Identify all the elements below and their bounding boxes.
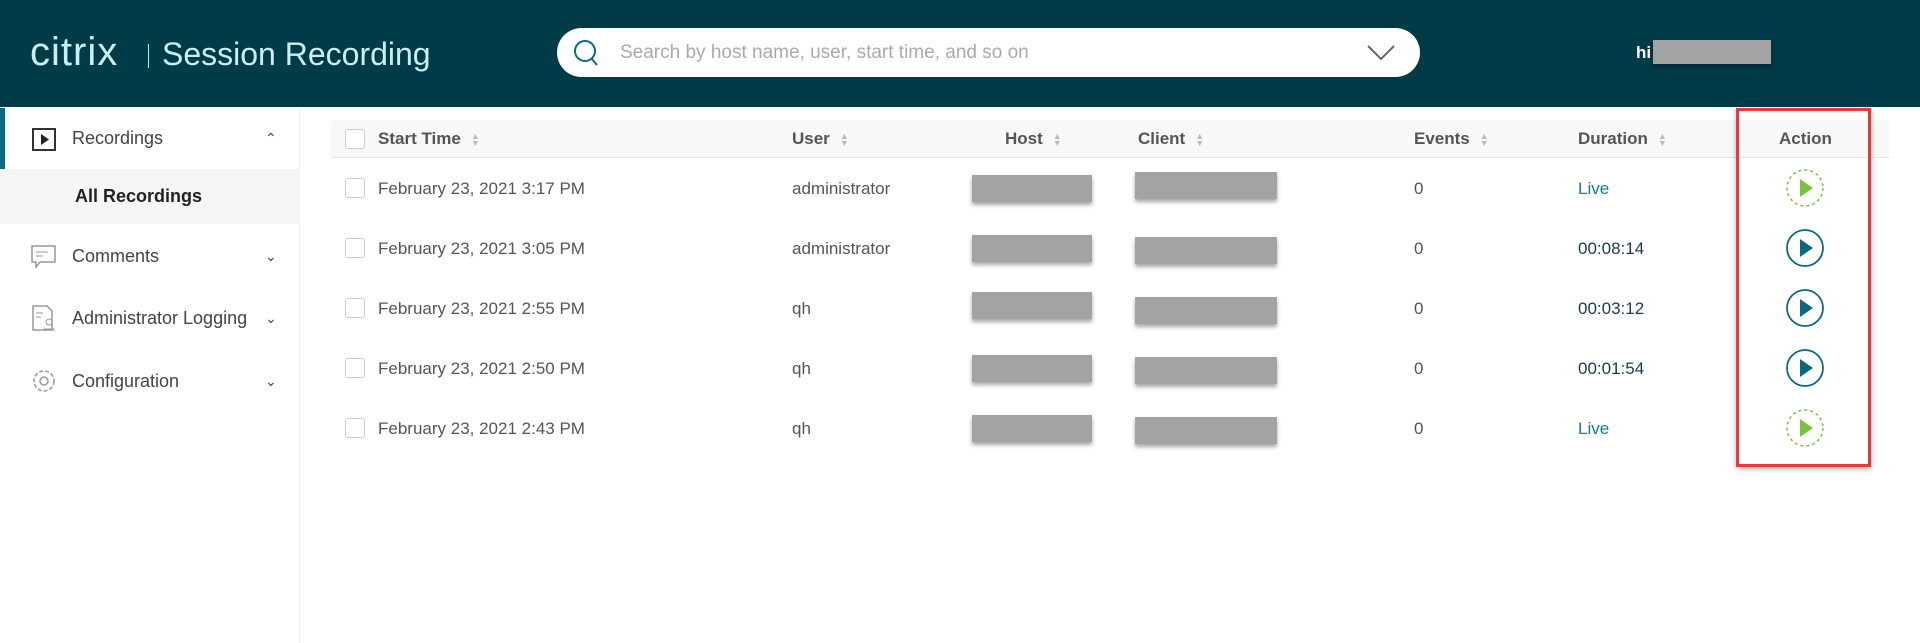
sidebar-item-label: All Recordings [75,186,203,206]
redacted-client [1135,172,1277,199]
table-row[interactable]: February 23, 2021 3:17 PM administrator … [331,158,1889,218]
app-title: Session Recording [162,36,431,72]
redacted-client [1135,297,1277,324]
sidebar-item-label: Configuration [72,370,180,391]
search-icon [574,40,598,66]
row-checkbox[interactable] [345,418,365,438]
duration: Live [1578,419,1610,438]
redacted-client [1135,237,1277,264]
redacted-username [1653,40,1771,64]
start-time: February 23, 2021 2:43 PM [378,419,585,438]
duration: 00:08:14 [1578,239,1645,258]
sidebar-item-administrator-logging[interactable]: Administrator Logging ⌄ [0,288,300,348]
admin-log-icon [32,305,55,331]
user-greeting: hi [1636,43,1652,62]
recordings-table: Start Time ▲ ▼ User ▲ ▼ Host ▲ ▼ Client ▲ ▼ Even… [331,120,1889,458]
search-input[interactable]: Search by host name, user, start time, a… [557,28,1420,77]
table-row[interactable]: February 23, 2021 2:55 PM qh 0 00:03:12 [331,278,1889,338]
events-count: 0 [1414,299,1424,318]
sidebar-item-label: Administrator Logging [72,307,248,328]
row-checkbox[interactable] [345,358,365,378]
column-label: Client [1138,129,1186,148]
column-label: Start Time [378,129,461,148]
events-count: 0 [1414,419,1424,438]
sidebar-item-label: Comments [72,245,160,266]
sort-icon: ▲ ▼ [1479,130,1489,148]
user: administrator [792,179,891,198]
start-time: February 23, 2021 3:17 PM [378,179,585,198]
gear-icon [33,370,55,392]
column-label: User [792,129,830,148]
redacted-host [972,415,1092,442]
column-user[interactable]: User ▲ ▼ [792,129,849,149]
search-placeholder: Search by host name, user, start time, a… [620,42,1029,63]
sidebar-item-all-recordings[interactable]: All Recordings [0,169,300,224]
chevron-down-icon: ⌄ [265,309,277,326]
table-row[interactable]: February 23, 2021 2:50 PM qh 0 00:01:54 [331,338,1889,398]
duration: 00:01:54 [1578,359,1645,378]
chevron-down-icon: ⌄ [265,247,277,264]
column-client[interactable]: Client ▲ ▼ [1138,129,1204,149]
comment-icon [31,245,56,270]
column-label: Host [1005,129,1043,148]
chevron-down-icon: ⌄ [265,372,277,389]
sidebar-item-label: Recordings [72,128,164,148]
events-count: 0 [1414,239,1424,258]
sort-icon: ▲ ▼ [1195,130,1205,148]
action-column-highlight [1736,108,1871,467]
sidebar-item-configuration[interactable]: Configuration ⌄ [0,351,300,411]
column-label: Events [1414,129,1470,148]
logo-divider [148,44,149,68]
column-duration[interactable]: Duration ▲ ▼ [1578,129,1667,149]
citrix-logo: citrix [30,30,119,74]
active-indicator [0,108,5,169]
sort-icon: ▲ ▼ [839,130,849,148]
user: qh [792,359,811,378]
redacted-host [972,175,1092,202]
user: qh [792,419,811,438]
table-row[interactable]: February 23, 2021 3:05 PM administrator … [331,218,1889,278]
events-count: 0 [1414,179,1424,198]
sidebar-item-recordings[interactable]: Recordings ⌃ [0,108,300,169]
start-time: February 23, 2021 3:05 PM [378,239,585,258]
redacted-host [972,355,1092,382]
sort-icon: ▲ ▼ [1052,130,1062,148]
duration: 00:03:12 [1578,299,1645,318]
redacted-client [1135,417,1277,444]
table-row[interactable]: February 23, 2021 2:43 PM qh 0 Live [331,398,1889,458]
events-count: 0 [1414,359,1424,378]
duration: Live [1578,179,1610,198]
sidebar-item-comments[interactable]: Comments ⌄ [0,226,300,286]
column-start-time[interactable]: Start Time ▲ ▼ [378,129,480,149]
chevron-down-icon[interactable] [1366,44,1396,62]
row-checkbox[interactable] [345,238,365,258]
chevron-up-icon: ⌃ [265,130,277,146]
sort-icon: ▲ ▼ [1657,130,1667,148]
top-header: citrix Session Recording Search by host … [0,0,1920,107]
row-checkbox[interactable] [345,178,365,198]
play-box-icon [32,127,56,151]
user: qh [792,299,811,318]
redacted-host [972,235,1092,262]
start-time: February 23, 2021 2:50 PM [378,359,585,378]
column-host[interactable]: Host ▲ ▼ [1005,129,1062,149]
redacted-client [1135,357,1277,384]
column-events[interactable]: Events ▲ ▼ [1414,129,1489,149]
user: administrator [792,239,891,258]
select-all-checkbox[interactable] [345,129,365,149]
start-time: February 23, 2021 2:55 PM [378,299,585,318]
redacted-host [972,292,1092,319]
row-checkbox[interactable] [345,298,365,318]
sidebar: Recordings ⌃ All Recordings Comments ⌄ A… [0,107,300,643]
table-header: Start Time ▲ ▼ User ▲ ▼ Host ▲ ▼ Client ▲ ▼ Even… [331,120,1889,158]
column-label: Duration [1578,129,1648,148]
sort-icon: ▲ ▼ [470,130,480,148]
